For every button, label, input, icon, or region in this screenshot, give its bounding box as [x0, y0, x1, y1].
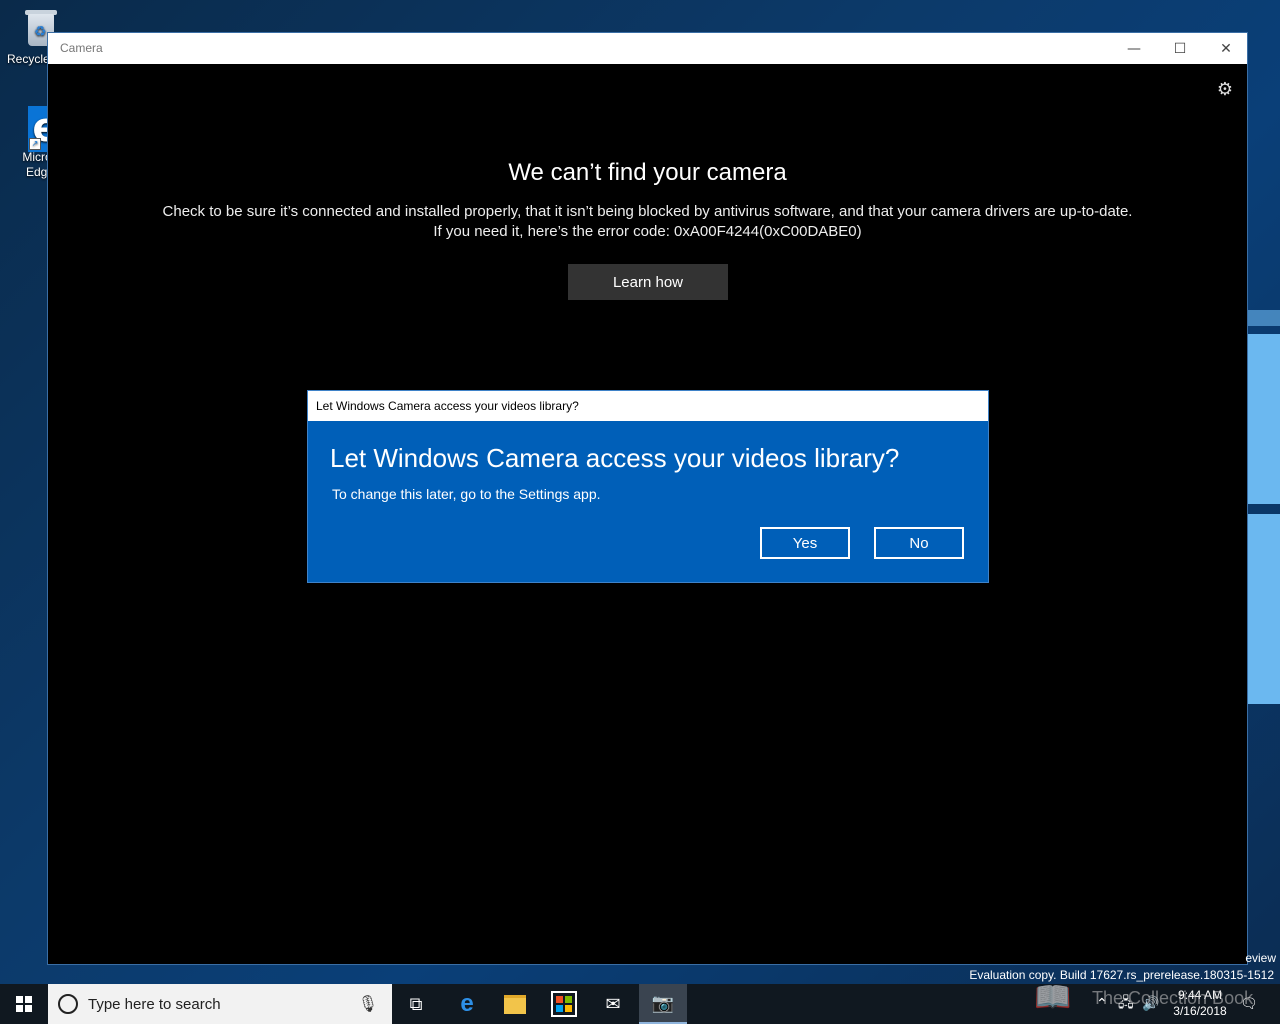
taskbar: Type here to search 🎙 ⧉ e ✉ 📷 ⌃ 🖧 🔊 9:44… [0, 984, 1280, 1024]
store-icon[interactable] [540, 984, 588, 1024]
learn-how-button[interactable]: Learn how [568, 264, 728, 300]
error-heading: We can’t find your camera [508, 159, 787, 186]
search-placeholder: Type here to search [88, 996, 221, 1013]
dialog-heading: Let Windows Camera access your videos li… [330, 443, 900, 473]
wallpaper-logo-fragment [1248, 310, 1280, 730]
microphone-icon[interactable]: 🎙 [358, 994, 378, 1013]
close-button[interactable]: ✕ [1203, 33, 1249, 64]
edge-taskbar-icon[interactable]: e [443, 984, 491, 1024]
permission-dialog: Let Windows Camera access your videos li… [307, 390, 989, 583]
dialog-subtext: To change this later, go to the Settings… [332, 486, 601, 502]
yes-button[interactable]: Yes [760, 527, 850, 559]
mail-icon[interactable]: ✉ [589, 984, 637, 1024]
settings-gear-icon[interactable]: ⚙ [1217, 79, 1233, 100]
collection-book-watermark: The Collection Book [1092, 988, 1254, 1008]
minimize-button[interactable]: — [1111, 33, 1157, 64]
preview-watermark-fragment: eview [1245, 951, 1276, 965]
file-explorer-icon[interactable] [491, 984, 539, 1024]
evaluation-watermark: Evaluation copy. Build 17627.rs_prerelea… [969, 968, 1274, 982]
error-message-line2: If you need it, here’s the error code: 0… [433, 223, 862, 240]
start-button[interactable] [0, 984, 48, 1024]
camera-taskbar-icon[interactable]: 📷 [639, 984, 687, 1024]
windows-logo-icon [16, 996, 32, 1012]
cortana-icon [58, 994, 78, 1014]
dialog-title: Let Windows Camera access your videos li… [316, 399, 579, 413]
maximize-button[interactable]: ☐ [1157, 33, 1203, 64]
window-title: Camera [60, 41, 103, 55]
dialog-titlebar[interactable]: Let Windows Camera access your videos li… [308, 391, 988, 421]
watermark-book-icon: 📖 [1034, 980, 1072, 1015]
task-view-icon[interactable]: ⧉ [392, 984, 440, 1024]
search-box[interactable]: Type here to search 🎙 [48, 984, 392, 1024]
window-titlebar[interactable]: Camera — ☐ ✕ [48, 33, 1247, 64]
error-message-line1: Check to be sure it’s connected and inst… [162, 203, 1133, 220]
no-button[interactable]: No [874, 527, 964, 559]
